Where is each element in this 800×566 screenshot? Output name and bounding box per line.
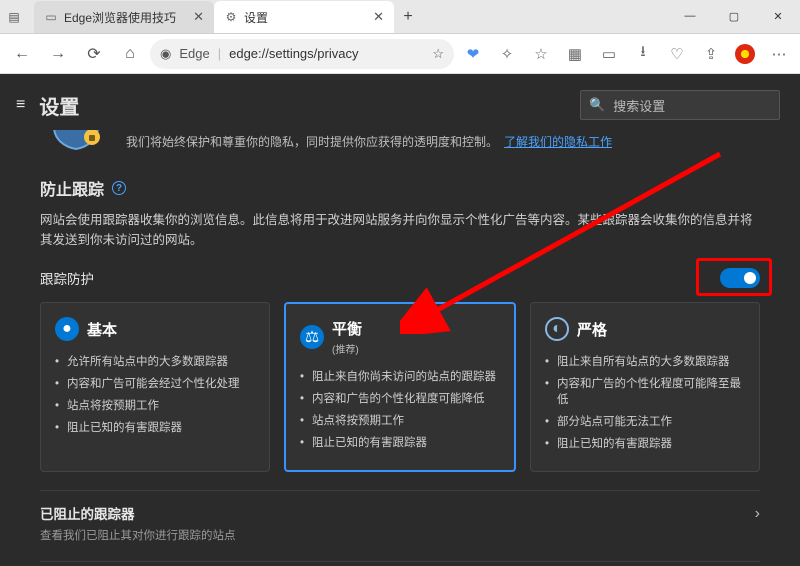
- bird-icon[interactable]: ❤: [458, 39, 488, 69]
- privacy-shield-icon: [40, 130, 112, 151]
- close-icon[interactable]: ✕: [193, 9, 204, 25]
- site-identity-icon: ◉: [160, 46, 171, 62]
- card-title: 平衡: [332, 318, 362, 339]
- row-desc: 查看我们已阻止其对你进行跟踪的站点: [40, 527, 760, 543]
- menu-icon[interactable]: ≡: [16, 96, 25, 114]
- toolbar: ← → ⟳ ⌂ ◉ Edge | edge://settings/privacy…: [0, 34, 800, 74]
- card-item: 部分站点可能无法工作: [545, 411, 745, 433]
- window-controls: ― ▢ ✕: [668, 0, 800, 33]
- search-icon: 🔍: [589, 97, 605, 113]
- page-icon: ▭: [44, 10, 58, 24]
- refresh-button[interactable]: ⟳: [78, 38, 110, 70]
- downloads-icon[interactable]: ⭳: [628, 39, 658, 69]
- separator: |: [218, 46, 221, 61]
- row-title: 已阻止的跟踪器: [40, 503, 760, 523]
- forward-button[interactable]: →: [42, 38, 74, 70]
- card-item: 阻止来自你尚未访问的站点的跟踪器: [300, 366, 500, 388]
- card-item: 站点将按预期工作: [300, 410, 500, 432]
- intro-text: 我们将始终保护和尊重你的隐私，同时提供你应获得的透明度和控制。: [126, 133, 498, 150]
- card-item: 阻止已知的有害跟踪器: [300, 432, 500, 454]
- card-item: 阻止已知的有害跟踪器: [55, 417, 255, 439]
- tab-item[interactable]: ▭ Edge浏览器使用技巧 ✕: [34, 1, 214, 33]
- page-title: 设置: [39, 91, 79, 120]
- address-bar[interactable]: ◉ Edge | edge://settings/privacy ☆: [150, 39, 454, 69]
- card-item: 阻止已知的有害跟踪器: [545, 433, 745, 455]
- tab-label: Edge浏览器使用技巧: [64, 9, 187, 26]
- more-menu-icon[interactable]: ⋯: [764, 39, 794, 69]
- close-window-button[interactable]: ✕: [756, 0, 800, 33]
- maximize-button[interactable]: ▢: [712, 0, 756, 33]
- card-subtitle: (推荐): [332, 341, 362, 356]
- minimize-button[interactable]: ―: [668, 0, 712, 33]
- protection-label: 跟踪防护: [40, 268, 94, 288]
- card-item: 阻止来自所有站点的大多数跟踪器: [545, 351, 745, 373]
- blocked-trackers-row[interactable]: 已阻止的跟踪器 查看我们已阻止其对你进行跟踪的站点 ›: [40, 490, 760, 543]
- tab-item-active[interactable]: ⚙ 设置 ✕: [214, 1, 394, 33]
- home-button[interactable]: ⌂: [114, 38, 146, 70]
- card-item: 允许所有站点中的大多数跟踪器: [55, 351, 255, 373]
- tracking-prevention-section: 防止跟踪 ? 网站会使用跟踪器收集你的浏览信息。此信息将用于改进网站服务并向你显…: [0, 158, 800, 566]
- card-title: 基本: [87, 319, 117, 340]
- share-icon[interactable]: ⇪: [696, 39, 726, 69]
- card-basic[interactable]: ● 基本 允许所有站点中的大多数跟踪器 内容和广告可能会经过个性化处理 站点将按…: [40, 302, 270, 472]
- card-item: 站点将按预期工作: [55, 395, 255, 417]
- privacy-intro: 我们将始终保护和尊重你的隐私，同时提供你应获得的透明度和控制。 了解我们的隐私工…: [0, 130, 800, 158]
- card-item: 内容和广告可能会经过个性化处理: [55, 373, 255, 395]
- collections-icon[interactable]: ▦: [560, 39, 590, 69]
- titlebar: ▤ ▭ Edge浏览器使用技巧 ✕ ⚙ 设置 ✕ + ― ▢ ✕: [0, 0, 800, 34]
- settings-page: ≡ 设置 🔍 搜索设置 我们将始终保护和尊重你的隐私，同时提供你应获得的透明度和…: [0, 74, 800, 566]
- gear-icon: ⚙: [224, 10, 238, 24]
- info-icon[interactable]: ?: [112, 181, 126, 195]
- heart-icon[interactable]: ♡: [662, 39, 692, 69]
- close-icon[interactable]: ✕: [373, 9, 384, 25]
- exceptions-row[interactable]: 例外 在你选择的站点上允许使用所有跟踪器 ›: [40, 561, 760, 566]
- scale-icon: ⚖: [300, 325, 324, 349]
- app-menu-icon[interactable]: ▤: [0, 1, 28, 33]
- favorites-icon[interactable]: ☆: [526, 39, 556, 69]
- extensions-icon[interactable]: ✧: [492, 39, 522, 69]
- card-balanced[interactable]: ⚖ 平衡 (推荐) 阻止来自你尚未访问的站点的跟踪器 内容和广告的个性化程度可能…: [284, 302, 516, 472]
- chevron-right-icon: ›: [755, 505, 760, 523]
- new-tab-button[interactable]: +: [394, 1, 422, 33]
- favorite-icon[interactable]: ☆: [432, 46, 444, 62]
- back-button[interactable]: ←: [6, 38, 38, 70]
- protection-toggle[interactable]: [720, 268, 760, 288]
- globe-icon: ●: [55, 317, 79, 341]
- section-description: 网站会使用跟踪器收集你的浏览信息。此信息将用于改进网站服务并向你显示个性化广告等…: [40, 210, 760, 250]
- card-item: 内容和广告的个性化程度可能降低: [300, 388, 500, 410]
- tab-strip: ▭ Edge浏览器使用技巧 ✕ ⚙ 设置 ✕ +: [34, 1, 668, 33]
- card-strict[interactable]: ◐ 严格 阻止来自所有站点的大多数跟踪器 内容和广告的个性化程度可能降至最低 部…: [530, 302, 760, 472]
- card-title: 严格: [577, 319, 607, 340]
- settings-header: ≡ 设置 🔍 搜索设置: [0, 74, 800, 130]
- card-item: 内容和广告的个性化程度可能降至最低: [545, 373, 745, 411]
- section-title: 防止跟踪: [40, 176, 104, 200]
- profile-flag-icon[interactable]: [730, 39, 760, 69]
- search-settings-input[interactable]: 🔍 搜索设置: [580, 90, 780, 120]
- engine-label: Edge: [179, 46, 209, 61]
- tracking-protection-row: 跟踪防护: [40, 268, 760, 288]
- shield-icon: ◐: [545, 317, 569, 341]
- learn-more-link[interactable]: 了解我们的隐私工作: [504, 133, 612, 150]
- url-text: edge://settings/privacy: [229, 46, 358, 61]
- tab-label: 设置: [244, 9, 367, 26]
- tracking-level-cards: ● 基本 允许所有站点中的大多数跟踪器 内容和广告可能会经过个性化处理 站点将按…: [40, 302, 760, 472]
- note-icon[interactable]: ▭: [594, 39, 624, 69]
- search-placeholder: 搜索设置: [613, 96, 665, 115]
